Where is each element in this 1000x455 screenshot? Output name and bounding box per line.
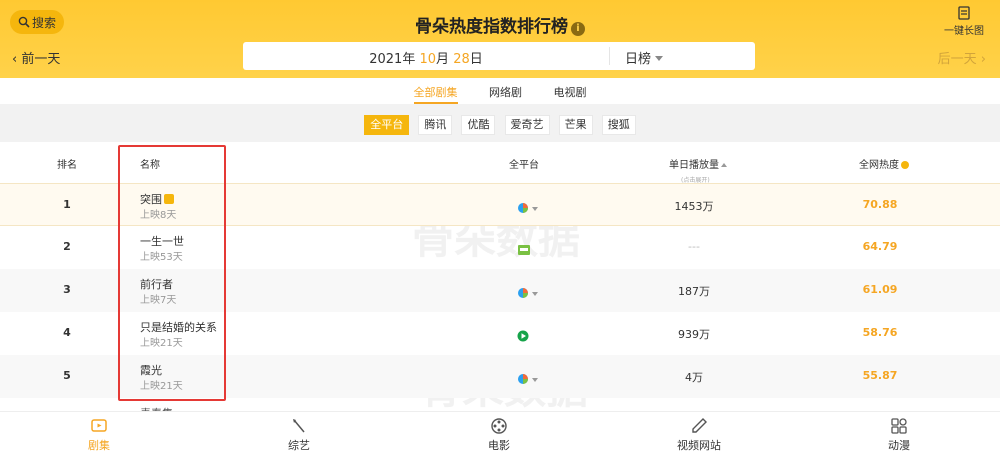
heat-score: 61.09 bbox=[862, 283, 898, 296]
range-select[interactable]: 日榜 bbox=[625, 48, 664, 67]
platform-mango[interactable]: 芒果 bbox=[558, 115, 593, 135]
caret-down-icon bbox=[655, 56, 664, 61]
daily-plays: 187万 bbox=[678, 285, 710, 298]
col-heat[interactable]: 全网热度 bbox=[859, 156, 909, 171]
platform-filter: 全平台 腾讯 优酷 爱奇艺 芒果 搜狐 bbox=[0, 104, 1000, 142]
platform-iqiyi[interactable]: 爱奇艺 bbox=[504, 115, 550, 135]
daily-plays: 939万 bbox=[678, 328, 710, 341]
platform-all[interactable]: 全平台 bbox=[364, 115, 410, 135]
rank: 1 bbox=[63, 198, 71, 211]
chevron-left-icon: ‹ bbox=[12, 52, 18, 67]
heat-score: 64.79 bbox=[862, 240, 898, 253]
rank: 4 bbox=[63, 326, 71, 339]
heat-score: 58.76 bbox=[862, 326, 898, 339]
tab-web-series[interactable]: 网络剧 bbox=[489, 78, 522, 104]
rank: 5 bbox=[63, 369, 71, 382]
heat-info-icon bbox=[901, 161, 909, 169]
nav-variety[interactable]: 综艺 bbox=[259, 417, 339, 453]
long-pic-label: 一键长图 bbox=[944, 26, 984, 37]
next-day-button[interactable]: 后一天 › bbox=[938, 48, 986, 67]
wand-icon bbox=[293, 419, 305, 433]
col-platform: 全平台 bbox=[509, 160, 539, 171]
info-icon[interactable]: i bbox=[571, 22, 585, 36]
divider bbox=[609, 47, 610, 65]
long-pic-button[interactable]: 一键长图 bbox=[944, 6, 984, 37]
multi-platform-icon[interactable] bbox=[517, 370, 539, 389]
prev-day-button[interactable]: ‹ 前一天 bbox=[12, 48, 60, 67]
nav-video-sites[interactable]: 视频网站 bbox=[659, 417, 739, 453]
nav-movies[interactable]: 电影 bbox=[459, 417, 539, 453]
chevron-right-icon: › bbox=[980, 52, 986, 67]
pen-icon bbox=[692, 418, 707, 433]
rank: 2 bbox=[63, 240, 71, 253]
tencent-video-icon[interactable] bbox=[517, 241, 531, 260]
platform-tencent[interactable]: 腾讯 bbox=[418, 115, 453, 135]
heat-score: 70.88 bbox=[862, 198, 898, 211]
nav-anime[interactable]: 动漫 bbox=[859, 417, 939, 453]
nav-series[interactable]: 剧集 bbox=[59, 417, 139, 453]
tv-icon bbox=[91, 419, 107, 432]
rank: 3 bbox=[63, 283, 71, 296]
daily-plays: --- bbox=[688, 240, 700, 253]
film-reel-icon bbox=[491, 418, 507, 434]
header: 搜索 骨朵热度指数排行榜 i 一键长图 ‹ 前一天 2021年 10月 28日 日… bbox=[0, 0, 1000, 78]
name-column-highlight bbox=[118, 145, 226, 401]
col-rank: 排名 bbox=[57, 160, 77, 171]
bottom-nav: 剧集 综艺 电影 视频网站 动漫 bbox=[0, 411, 1000, 455]
date-display[interactable]: 2021年 10月 28日 bbox=[243, 48, 609, 67]
multi-platform-icon[interactable] bbox=[517, 284, 539, 303]
sort-icon bbox=[721, 163, 727, 167]
tab-tv-series[interactable]: 电视剧 bbox=[554, 78, 587, 104]
grid-icon bbox=[891, 418, 907, 434]
multi-platform-icon[interactable] bbox=[517, 199, 539, 218]
tab-all-series[interactable]: 全部剧集 bbox=[413, 78, 458, 104]
heat-score: 55.87 bbox=[862, 369, 898, 382]
date-picker[interactable]: 2021年 10月 28日 日榜 bbox=[243, 42, 755, 70]
play-triangle-icon[interactable] bbox=[517, 327, 529, 346]
daily-plays: 4万 bbox=[685, 371, 703, 384]
category-tabs: 全部剧集 网络剧 电视剧 bbox=[0, 78, 1000, 104]
col-plays[interactable]: 单日播放量 bbox=[669, 156, 727, 171]
daily-plays: 1453万 bbox=[674, 200, 714, 213]
page-title: 骨朵热度指数排行榜 i bbox=[0, 12, 1000, 37]
platform-youku[interactable]: 优酷 bbox=[461, 115, 496, 135]
document-icon bbox=[958, 6, 970, 20]
platform-sohu[interactable]: 搜狐 bbox=[601, 115, 636, 135]
